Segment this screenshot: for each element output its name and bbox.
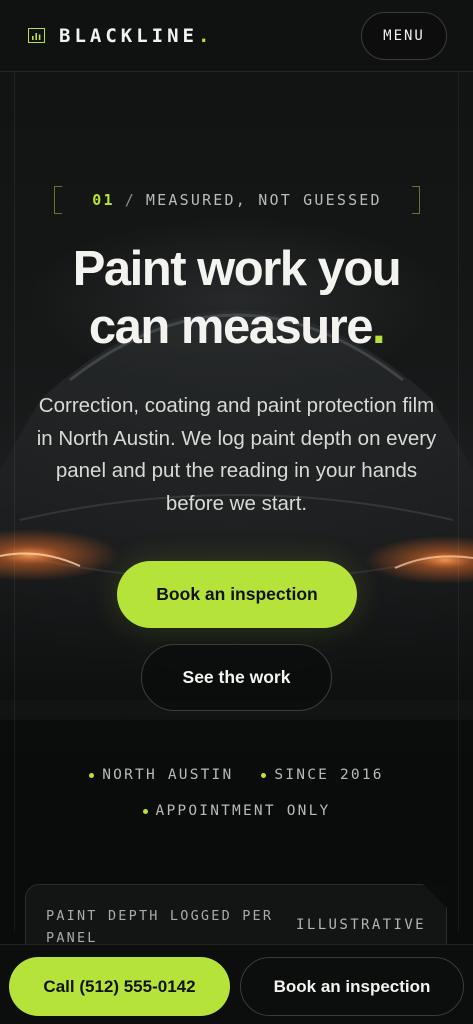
eyebrow-text: MEASURED, NOT GUESSED: [145, 191, 382, 209]
eyebrow: 01 / MEASURED, NOT GUESSED: [54, 186, 420, 214]
page-title: Paint work you can measure.: [0, 240, 473, 356]
card-tag: ILLUSTRATIVE: [296, 917, 426, 933]
brand-name: BLACKLINE.: [59, 24, 214, 47]
bullet-dot-icon: [89, 772, 95, 778]
sticky-cta-bar: Call (512) 555-0142 Book an inspection: [0, 944, 473, 1024]
site-header: BLACKLINE. MENU: [0, 0, 473, 72]
headline-line-2: can measure: [88, 300, 374, 354]
card-label: PAINT DEPTH LOGGED PER PANEL: [46, 908, 274, 946]
bullet-dot-icon: [142, 808, 148, 814]
bullet-dot-icon: [261, 772, 267, 778]
hero-description: Correction, coating and paint protection…: [36, 394, 437, 515]
call-button[interactable]: Call (512) 555-0142: [9, 957, 230, 1016]
book-inspection-button[interactable]: Book an inspection: [117, 561, 357, 628]
headline-line-1: Paint work you: [72, 242, 402, 296]
menu-button[interactable]: MENU: [361, 11, 447, 60]
brand-dot: .: [197, 24, 214, 47]
tag-appointment-only: APPOINTMENT ONLY: [142, 800, 331, 822]
trust-tags: NORTH AUSTIN SINCE 2016 APPOINTMENT ONLY: [0, 764, 473, 822]
see-the-work-button[interactable]: See the work: [141, 644, 332, 711]
eyebrow-separator: /: [124, 191, 136, 209]
bar-chart-icon: [28, 28, 45, 43]
tag-north-austin: NORTH AUSTIN: [89, 764, 233, 786]
eyebrow-number: 01: [92, 191, 115, 209]
bottom-book-inspection-button[interactable]: Book an inspection: [240, 957, 464, 1016]
bracket-right: [412, 186, 420, 214]
tag-since-2016: SINCE 2016: [261, 764, 383, 786]
bracket-left: [54, 186, 62, 214]
brand-logo[interactable]: BLACKLINE.: [28, 25, 213, 47]
headline-dot: .: [372, 300, 386, 354]
